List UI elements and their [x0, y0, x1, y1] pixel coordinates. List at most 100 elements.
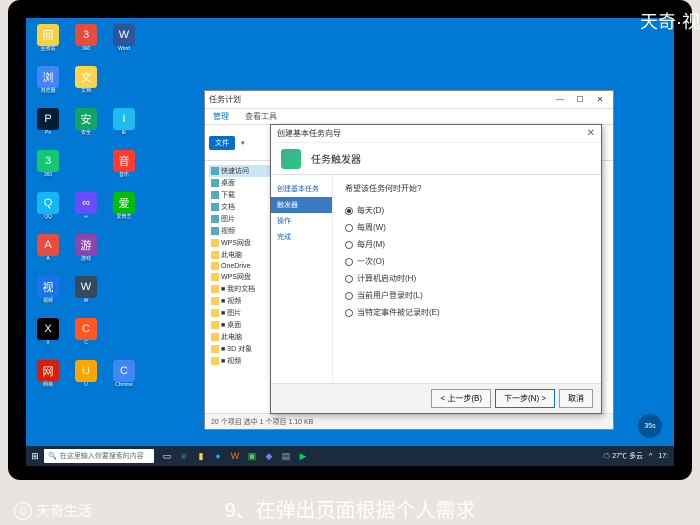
radio-button[interactable]: [345, 292, 353, 300]
app-icon[interactable]: ▶: [296, 449, 310, 463]
trigger-option[interactable]: 计算机启动时(H): [345, 270, 589, 287]
start-button[interactable]: ⊞: [28, 449, 42, 463]
desktop-icon[interactable]: 3360: [34, 150, 62, 179]
wizard-step[interactable]: 触发器: [271, 197, 332, 213]
nav-item[interactable]: 快速访问: [209, 165, 274, 177]
tray-icon[interactable]: ^: [649, 453, 652, 460]
search-input[interactable]: 🔍 在这里输入你要搜索的内容: [44, 449, 154, 463]
ribbon-tab[interactable]: 管理: [213, 111, 229, 122]
timer-badge: 35s: [638, 414, 662, 438]
back-button[interactable]: < 上一步(B): [431, 389, 491, 408]
trigger-option[interactable]: 每月(M): [345, 236, 589, 253]
option-label: 一次(O): [357, 256, 385, 267]
status-bar: 20 个项目 选中 1 个项目 1.10 KB: [205, 413, 613, 429]
desktop-icon[interactable]: 文文档: [72, 66, 100, 95]
nav-item[interactable]: WPS网盘: [209, 271, 274, 283]
close-button[interactable]: ✕: [591, 94, 609, 106]
nav-item[interactable]: 文档: [209, 201, 274, 213]
desktop-icon[interactable]: WWord: [110, 24, 138, 53]
app-icon[interactable]: ▣: [245, 449, 259, 463]
trigger-option[interactable]: 当特定事件被记录时(E): [345, 304, 589, 321]
desktop-icon[interactable]: AA: [34, 234, 62, 263]
desktop-icon[interactable]: 浏浏览器: [34, 66, 62, 95]
desktop-icon[interactable]: XX: [34, 318, 62, 347]
app-icon[interactable]: ▤: [279, 449, 293, 463]
app-icon[interactable]: ◆: [262, 449, 276, 463]
desktop-icon[interactable]: UU: [72, 360, 100, 389]
desktop-icon[interactable]: 游游戏: [72, 234, 100, 263]
radio-button[interactable]: [345, 224, 353, 232]
toolbar-item[interactable]: ▾: [237, 137, 249, 149]
nav-item[interactable]: 此电脑: [209, 331, 274, 343]
nav-item[interactable]: ■ 视频: [209, 295, 274, 307]
desktop-icon[interactable]: 回回收站: [34, 24, 62, 53]
ribbon-tab[interactable]: 查看工具: [245, 111, 277, 122]
edge-icon[interactable]: e: [177, 449, 191, 463]
nav-item[interactable]: WPS网盘: [209, 237, 274, 249]
wizard-footer: < 上一步(B) 下一步(N) > 取消: [271, 383, 601, 413]
wizard-titlebar[interactable]: 创建基本任务向导 ✕: [271, 125, 601, 143]
desktop-icon[interactable]: 爱爱奇艺: [110, 192, 138, 221]
trigger-option[interactable]: 每天(D): [345, 202, 589, 219]
nav-item[interactable]: 下载: [209, 189, 274, 201]
desktop-icon[interactable]: 视视频: [34, 276, 62, 305]
nav-item[interactable]: 视频: [209, 225, 274, 237]
nav-item[interactable]: 图片: [209, 213, 274, 225]
desktop-icon[interactable]: ∞∞: [72, 192, 100, 221]
option-label: 每天(D): [357, 205, 384, 216]
radio-button[interactable]: [345, 275, 353, 283]
trigger-option[interactable]: 每周(W): [345, 219, 589, 236]
search-icon: 🔍: [48, 452, 57, 460]
nav-item[interactable]: 此电脑: [209, 249, 274, 261]
task-view-icon[interactable]: ▭: [160, 449, 174, 463]
maximize-button[interactable]: ☐: [571, 94, 589, 106]
nav-item[interactable]: 桌面: [209, 177, 274, 189]
nav-item[interactable]: ■ 我的文档: [209, 283, 274, 295]
desktop-icon[interactable]: 3360: [72, 24, 100, 53]
wizard-step[interactable]: 创建基本任务: [271, 181, 332, 197]
desktop-icon[interactable]: WW: [72, 276, 100, 305]
nav-item[interactable]: ■ 视频: [209, 355, 274, 367]
window-titlebar[interactable]: 任务计划 — ☐ ✕: [205, 91, 613, 109]
weather-widget[interactable]: ☁ 27℃ 多云: [603, 451, 643, 461]
radio-button[interactable]: [345, 241, 353, 249]
clock[interactable]: 17:: [658, 453, 668, 460]
wizard-step[interactable]: 完成: [271, 229, 332, 245]
explorer-icon[interactable]: ▮: [194, 449, 208, 463]
file-button[interactable]: 文件: [209, 136, 235, 150]
minimize-button[interactable]: —: [551, 94, 569, 106]
app-icon[interactable]: ●: [211, 449, 225, 463]
system-tray[interactable]: ☁ 27℃ 多云 ^ 17:: [603, 451, 672, 461]
trigger-option[interactable]: 当前用户登录时(L): [345, 287, 589, 304]
desktop-icon[interactable]: 安安全: [72, 108, 100, 137]
desktop-icon[interactable]: QQQ: [34, 192, 62, 221]
nav-item[interactable]: ■ 3D 对象: [209, 343, 274, 355]
next-button[interactable]: 下一步(N) >: [495, 389, 555, 408]
radio-button[interactable]: [345, 309, 353, 317]
navigation-pane[interactable]: 快速访问桌面下载文档图片视频WPS网盘此电脑OneDriveWPS网盘■ 我的文…: [205, 161, 279, 411]
nav-item[interactable]: ■ 图片: [209, 307, 274, 319]
option-label: 当前用户登录时(L): [357, 290, 423, 301]
desktop-icon[interactable]: IIE: [110, 108, 138, 137]
desktop-icon[interactable]: CC: [72, 318, 100, 347]
taskbar: ⊞ 🔍 在这里输入你要搜索的内容 ▭ e ▮ ● W ▣ ◆ ▤ ▶ ☁ 27℃…: [26, 446, 674, 466]
desktop-icon[interactable]: 网网易: [34, 360, 62, 389]
nav-item[interactable]: OneDrive: [209, 261, 274, 271]
ribbon-tabs: 管理 查看工具: [205, 109, 613, 125]
app-icon[interactable]: W: [228, 449, 242, 463]
wizard-close-button[interactable]: ✕: [587, 128, 595, 139]
create-task-wizard: 创建基本任务向导 ✕ 任务触发器 创建基本任务触发器操作完成 希望该任务何时开始…: [270, 124, 602, 414]
radio-button[interactable]: [345, 207, 353, 215]
desktop-icon[interactable]: 音音乐: [110, 150, 138, 179]
cancel-button[interactable]: 取消: [559, 389, 593, 408]
trigger-option[interactable]: 一次(O): [345, 253, 589, 270]
wizard-step[interactable]: 操作: [271, 213, 332, 229]
desktop-icon[interactable]: PPs: [34, 108, 62, 137]
nav-item[interactable]: ■ 桌面: [209, 319, 274, 331]
desktop-screen: 回回收站 3360 WWord 浏浏览器文文档 PPs 安安全 IIE 3360 音音乐 QQQ ∞…: [26, 18, 674, 466]
wizard-question: 希望该任务何时开始?: [345, 183, 589, 194]
wizard-heading: 任务触发器: [271, 143, 601, 175]
desktop-icon[interactable]: CChrome: [110, 360, 138, 389]
wizard-steps-sidebar: 创建基本任务触发器操作完成: [271, 175, 333, 387]
radio-button[interactable]: [345, 258, 353, 266]
